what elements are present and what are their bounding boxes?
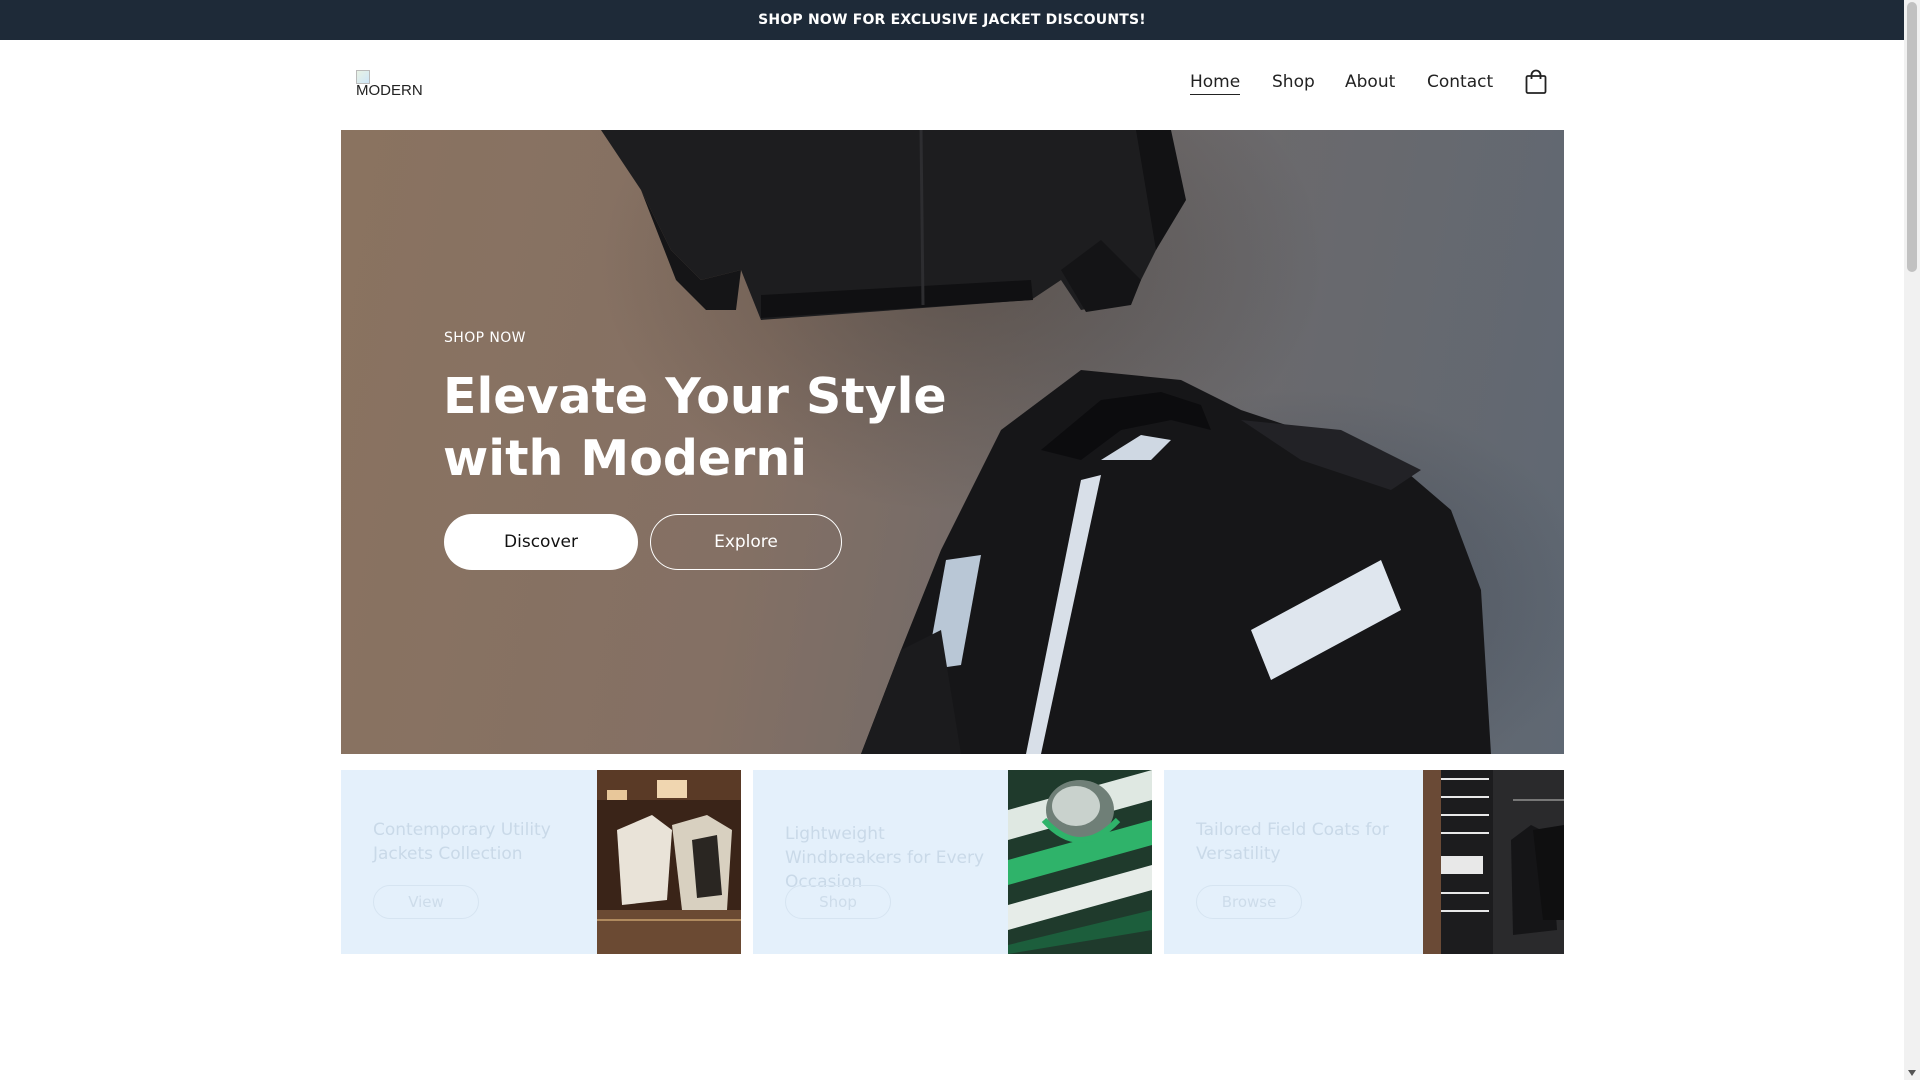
nav-item-home[interactable]: Home [1190,72,1241,95]
hero-title: Elevate Your Style with Moderni [443,368,947,487]
hero-banner: SHOP NOW Elevate Your Style with Moderni… [341,130,1564,754]
page-scrollbar[interactable] [1904,0,1920,1080]
discover-button[interactable]: Discover [444,514,638,570]
card-title: Tailored Field Coats for Versatility [1196,820,1389,864]
card-title: Lightweight Windbreakers for Every Occas… [785,824,985,892]
logo[interactable]: MODERNI [356,70,422,98]
shopping-bag-icon[interactable] [1524,69,1548,95]
logo-alt-text: MODERNI [356,82,422,98]
announcement-text: SHOP NOW FOR EXCLUSIVE JACKET DISCOUNTS! [758,12,1146,28]
card-image [1008,770,1152,954]
scroll-down-arrow-icon[interactable] [1908,1070,1916,1076]
collection-card[interactable]: Contemporary Utility Jackets Collection … [341,770,741,954]
explore-button[interactable]: Explore [650,514,842,570]
scrollbar-thumb[interactable] [1907,2,1917,272]
hero-eyebrow: SHOP NOW [444,330,526,346]
page-viewport: SHOP NOW FOR EXCLUSIVE JACKET DISCOUNTS!… [0,0,1904,1080]
collection-card[interactable]: Lightweight Windbreakers for Every Occas… [753,770,1152,954]
card-image [597,770,741,954]
collection-cards: Contemporary Utility Jackets Collection … [341,770,1564,954]
card-title: Contemporary Utility Jackets Collection [373,820,551,864]
nav-item-shop[interactable]: Shop [1272,72,1315,92]
collection-card[interactable]: Tailored Field Coats for Versatility Bro… [1164,770,1564,954]
nav-item-contact[interactable]: Contact [1427,72,1493,92]
shop-button[interactable]: Shop [785,885,891,919]
site-header: MODERNI Home Shop About Contact [0,40,1904,130]
announcement-bar: SHOP NOW FOR EXCLUSIVE JACKET DISCOUNTS! [0,0,1904,40]
view-button[interactable]: View [373,885,479,919]
nav-item-about[interactable]: About [1345,72,1395,92]
card-image [1423,770,1564,954]
browse-button[interactable]: Browse [1196,885,1302,919]
